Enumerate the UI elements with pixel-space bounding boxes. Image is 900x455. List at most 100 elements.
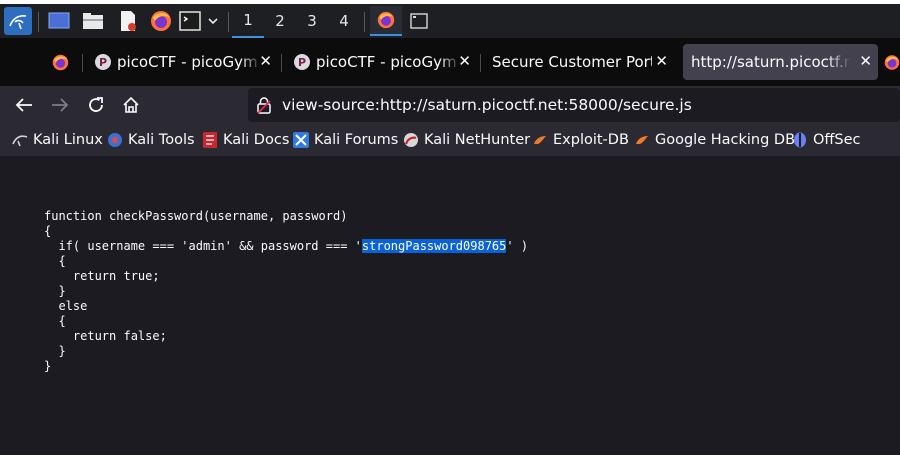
bookmark-label: Kali Docs bbox=[223, 132, 290, 148]
tab-title: Secure Customer Portal bbox=[492, 53, 652, 71]
tab-divider bbox=[281, 54, 282, 72]
bookmark-label: Exploit-DB bbox=[553, 132, 629, 148]
home-icon bbox=[123, 96, 139, 113]
code-line: { bbox=[44, 314, 66, 328]
tab-picogym-1[interactable]: P picoCTF - picoGym As ✕ bbox=[88, 44, 278, 80]
code-line: } bbox=[44, 284, 66, 298]
url-text[interactable]: view-source:http://saturn.picoctf.net:58… bbox=[282, 96, 692, 114]
terminal-window-button[interactable] bbox=[406, 8, 432, 34]
workspace-4[interactable]: 4 bbox=[328, 4, 360, 38]
forward-button[interactable] bbox=[46, 91, 74, 119]
code-line: function checkPassword(username, passwor… bbox=[44, 209, 348, 223]
tab-title: picoCTF - picoGym As bbox=[117, 53, 262, 71]
code-line: } bbox=[44, 344, 66, 358]
tab-title: http://saturn.picoctf.net:58000/secure.j… bbox=[691, 53, 851, 71]
code-text: if( username === 'admin' && password ===… bbox=[44, 239, 362, 253]
picoctf-icon: P bbox=[294, 54, 310, 70]
navigation-toolbar: view-source:http://saturn.picoctf.net:58… bbox=[0, 86, 900, 124]
bookmark-label: Kali Linux bbox=[33, 132, 103, 148]
close-tab-icon[interactable]: ✕ bbox=[655, 52, 668, 70]
bookmark-label: Google Hacking DB bbox=[655, 132, 796, 148]
code-text: ' ) bbox=[506, 239, 529, 253]
url-bar[interactable]: view-source:http://saturn.picoctf.net:58… bbox=[248, 88, 900, 122]
overflow-tab[interactable] bbox=[884, 44, 900, 80]
tab-divider bbox=[480, 54, 481, 72]
close-tab-icon[interactable]: ✕ bbox=[458, 52, 471, 70]
back-arrow-icon bbox=[15, 98, 32, 112]
home-button[interactable] bbox=[117, 91, 145, 119]
code-line: return true; bbox=[44, 269, 160, 283]
selected-password-text[interactable]: strongPassword098765 bbox=[361, 239, 507, 253]
kali-tools-icon bbox=[107, 132, 123, 148]
firefox-icon bbox=[377, 11, 395, 29]
nethunter-icon bbox=[403, 132, 419, 148]
lock-warning-icon bbox=[257, 97, 271, 114]
bookmark-offsec[interactable]: OffSec bbox=[792, 131, 861, 149]
reload-button[interactable] bbox=[82, 91, 110, 119]
tab-title: picoCTF - picoGym Ch bbox=[316, 53, 461, 71]
firefox-launcher-button[interactable] bbox=[148, 8, 174, 34]
bookmark-label: Kali Tools bbox=[128, 132, 195, 148]
bookmark-kali-linux[interactable]: Kali Linux bbox=[12, 131, 103, 149]
firefox-window-button[interactable] bbox=[370, 6, 402, 36]
kali-menu-button[interactable] bbox=[4, 7, 32, 35]
tab-secure-customer-portal[interactable]: Secure Customer Portal ✕ bbox=[484, 44, 678, 80]
tab-secure-js[interactable]: http://saturn.picoctf.net:58000/secure.j… bbox=[683, 44, 878, 80]
terminal-dropdown-button[interactable] bbox=[205, 8, 221, 34]
kali-forums-icon bbox=[293, 132, 309, 148]
terminal-icon bbox=[179, 11, 201, 31]
kali-dragon-icon bbox=[12, 132, 28, 148]
taskbar-separator bbox=[364, 12, 365, 32]
bookmark-kali-forums[interactable]: Kali Forums bbox=[293, 131, 398, 149]
page-content: function checkPassword(username, passwor… bbox=[0, 156, 900, 455]
file-manager-button[interactable] bbox=[80, 8, 106, 34]
firefox-icon bbox=[884, 54, 900, 70]
code-line: { bbox=[44, 224, 52, 238]
bookmarks-toolbar: Kali Linux Kali Tools Kali Docs Kali For… bbox=[0, 124, 900, 156]
code-line: return false; bbox=[44, 329, 167, 343]
tab-strip: P picoCTF - picoGym As ✕ P picoCTF - pic… bbox=[0, 38, 900, 86]
text-editor-button[interactable] bbox=[115, 8, 141, 34]
chevron-down-icon bbox=[208, 18, 218, 25]
taskbar: 1 2 3 4 bbox=[0, 0, 900, 38]
bookmark-label: Kali NetHunter bbox=[424, 132, 531, 148]
tab-picogym-2[interactable]: P picoCTF - picoGym Ch ✕ bbox=[287, 44, 477, 80]
pinned-tab[interactable] bbox=[44, 44, 76, 80]
ghdb-icon bbox=[634, 132, 650, 148]
bookmark-kali-docs[interactable]: Kali Docs bbox=[202, 131, 289, 149]
firefox-icon bbox=[151, 11, 171, 31]
bookmark-exploit-db[interactable]: Exploit-DB bbox=[532, 131, 629, 149]
code-line: } bbox=[44, 359, 52, 373]
picoctf-icon: P bbox=[95, 54, 111, 70]
code-line: { bbox=[44, 254, 66, 268]
taskbar-separator bbox=[228, 12, 229, 32]
terminal-button[interactable] bbox=[178, 8, 202, 34]
workspace-1[interactable]: 1 bbox=[232, 4, 264, 38]
taskbar-separator bbox=[38, 12, 39, 32]
source-code: function checkPassword(username, passwor… bbox=[44, 209, 528, 374]
workspace-2[interactable]: 2 bbox=[264, 4, 296, 38]
reload-icon bbox=[89, 97, 103, 112]
kali-dragon-icon bbox=[9, 15, 27, 30]
bookmark-kali-tools[interactable]: Kali Tools bbox=[107, 131, 195, 149]
forward-arrow-icon bbox=[52, 98, 69, 112]
offsec-icon bbox=[792, 132, 808, 148]
show-desktop-button[interactable] bbox=[46, 8, 72, 34]
desktop-icon bbox=[48, 12, 70, 29]
back-button[interactable] bbox=[10, 91, 38, 119]
code-line-password-check: if( username === 'admin' && password ===… bbox=[44, 239, 528, 254]
bookmark-label: OffSec bbox=[813, 132, 861, 148]
terminal-icon bbox=[410, 13, 428, 29]
exploit-db-icon bbox=[532, 132, 548, 148]
code-line: else bbox=[44, 299, 88, 313]
workspace-3[interactable]: 3 bbox=[296, 4, 328, 38]
bookmark-google-hacking-db[interactable]: Google Hacking DB bbox=[634, 131, 795, 149]
text-editor-icon bbox=[121, 11, 136, 31]
close-tab-icon[interactable]: ✕ bbox=[859, 52, 872, 70]
close-tab-icon[interactable]: ✕ bbox=[259, 52, 272, 70]
kali-docs-icon bbox=[202, 132, 218, 148]
bookmark-kali-nethunter[interactable]: Kali NetHunter bbox=[403, 131, 530, 149]
bookmark-label: Kali Forums bbox=[314, 132, 399, 148]
firefox-icon bbox=[52, 54, 68, 70]
tab-divider bbox=[82, 54, 83, 72]
